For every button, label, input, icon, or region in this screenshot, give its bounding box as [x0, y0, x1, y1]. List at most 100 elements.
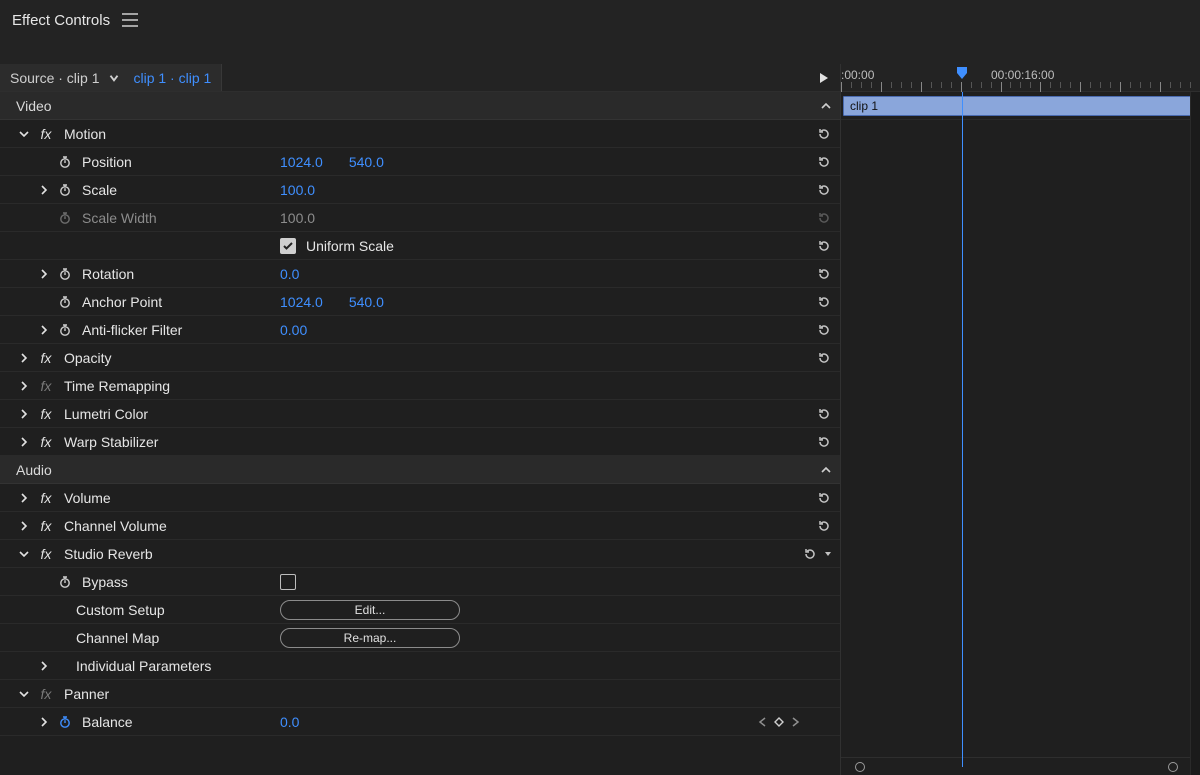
twist-lumetri[interactable] [16, 406, 32, 422]
reset-warp-icon[interactable] [816, 434, 832, 450]
effect-lumetri-label: Lumetri Color [64, 406, 148, 422]
timeline-body[interactable] [841, 120, 1200, 757]
panel-tab-bar: Effect Controls [0, 0, 1200, 40]
fx-icon[interactable]: fx [36, 126, 56, 142]
play-only-icon[interactable] [818, 72, 830, 84]
timeline-zoom-bar[interactable] [841, 757, 1200, 775]
properties-column: Source · clip 1 clip 1 · clip 1 Video [0, 64, 840, 775]
stopwatch-scale-icon[interactable] [56, 183, 74, 197]
reset-scale-icon[interactable] [816, 182, 832, 198]
section-audio[interactable]: Audio [0, 456, 840, 484]
fx-icon[interactable]: fx [36, 686, 56, 702]
clip-bar[interactable]: clip 1 [843, 96, 1198, 116]
zoom-handle-left[interactable] [855, 762, 865, 772]
effect-panner-label: Panner [64, 686, 109, 702]
param-rotation-label: Rotation [82, 266, 134, 282]
position-x-value[interactable]: 1024.0 [280, 154, 323, 170]
anchor-x-value[interactable]: 1024.0 [280, 294, 323, 310]
effect-channel-volume[interactable]: fx Channel Volume [0, 512, 840, 540]
add-keyframe-icon[interactable] [774, 717, 784, 727]
twist-opacity[interactable] [16, 350, 32, 366]
reset-lumetri-icon[interactable] [816, 406, 832, 422]
zoom-handle-right[interactable] [1168, 762, 1178, 772]
param-scale-width: Scale Width 100.0 [0, 204, 840, 232]
uniform-scale-checkbox[interactable] [280, 238, 296, 254]
stopwatch-balance-icon[interactable] [56, 715, 74, 729]
param-bypass-label: Bypass [82, 574, 128, 590]
twist-panner[interactable] [16, 686, 32, 702]
collapse-video-icon[interactable] [820, 100, 832, 112]
twist-time-remap[interactable] [16, 378, 32, 394]
timeline-ruler[interactable]: :00:00 00:00:16:00 [841, 64, 1200, 92]
playhead-icon[interactable] [955, 66, 969, 80]
reset-position-icon[interactable] [816, 154, 832, 170]
reset-chvol-icon[interactable] [816, 518, 832, 534]
effect-studio-reverb[interactable]: fx Studio Reverb [0, 540, 840, 568]
twist-scale[interactable] [36, 182, 52, 198]
section-video[interactable]: Video [0, 92, 840, 120]
balance-value[interactable]: 0.0 [280, 714, 299, 730]
param-bypass: Bypass [0, 568, 840, 596]
source-selector[interactable]: Source · clip 1 clip 1 · clip 1 [0, 64, 222, 91]
twist-chvol[interactable] [16, 518, 32, 534]
effect-opacity[interactable]: fx Opacity [0, 344, 840, 372]
reset-volume-icon[interactable] [816, 490, 832, 506]
param-anchor-label: Anchor Point [82, 294, 162, 310]
reset-rotation-icon[interactable] [816, 266, 832, 282]
stopwatch-position-icon[interactable] [56, 155, 74, 169]
reset-scale-width-icon [816, 210, 832, 226]
twist-balance[interactable] [36, 714, 52, 730]
rotation-value[interactable]: 0.0 [280, 266, 299, 282]
reset-anchor-icon[interactable] [816, 294, 832, 310]
keyframe-nav [758, 716, 800, 728]
reset-anti-flicker-icon[interactable] [816, 322, 832, 338]
playhead-line[interactable] [962, 92, 963, 767]
reset-motion-icon[interactable] [816, 126, 832, 142]
twist-indiv[interactable] [36, 658, 52, 674]
prev-keyframe-icon[interactable] [758, 716, 768, 728]
edit-button[interactable]: Edit... [280, 600, 460, 620]
param-scale: Scale 100.0 [0, 176, 840, 204]
collapse-audio-icon[interactable] [820, 464, 832, 476]
reset-reverb-icon[interactable] [802, 546, 818, 562]
effect-lumetri-color[interactable]: fx Lumetri Color [0, 400, 840, 428]
effect-motion[interactable]: fx Motion [0, 120, 840, 148]
fx-icon[interactable]: fx [36, 518, 56, 534]
fx-icon[interactable]: fx [36, 378, 56, 394]
scale-value[interactable]: 100.0 [280, 182, 315, 198]
effect-volume[interactable]: fx Volume [0, 484, 840, 512]
effect-warp-stabilizer[interactable]: fx Warp Stabilizer [0, 428, 840, 456]
reset-uniform-scale-icon[interactable] [816, 238, 832, 254]
panel-title[interactable]: Effect Controls [12, 12, 110, 29]
position-y-value[interactable]: 540.0 [349, 154, 384, 170]
twist-volume[interactable] [16, 490, 32, 506]
anchor-y-value[interactable]: 540.0 [349, 294, 384, 310]
twist-reverb[interactable] [16, 546, 32, 562]
effect-panner[interactable]: fx Panner [0, 680, 840, 708]
twist-anti-flicker[interactable] [36, 322, 52, 338]
twist-rotation[interactable] [36, 266, 52, 282]
twist-warp[interactable] [16, 434, 32, 450]
param-custom-setup-label: Custom Setup [76, 602, 165, 618]
reverb-menu-icon[interactable] [824, 550, 832, 558]
stopwatch-anchor-icon[interactable] [56, 295, 74, 309]
stopwatch-anti-flicker-icon[interactable] [56, 323, 74, 337]
fx-icon[interactable]: fx [36, 490, 56, 506]
param-individual-params[interactable]: Individual Parameters [0, 652, 840, 680]
reset-opacity-icon[interactable] [816, 350, 832, 366]
remap-button[interactable]: Re-map... [280, 628, 460, 648]
twist-motion[interactable] [16, 126, 32, 142]
vertical-scrollbar[interactable] [1190, 92, 1200, 775]
fx-icon[interactable]: fx [36, 406, 56, 422]
properties-tree: Video fx Motion [0, 92, 840, 775]
effect-time-remapping[interactable]: fx Time Remapping [0, 372, 840, 400]
stopwatch-rotation-icon[interactable] [56, 267, 74, 281]
stopwatch-bypass-icon[interactable] [56, 575, 74, 589]
panel-menu-icon[interactable] [122, 13, 138, 27]
bypass-checkbox[interactable] [280, 574, 296, 590]
anti-flicker-value[interactable]: 0.00 [280, 322, 307, 338]
next-keyframe-icon[interactable] [790, 716, 800, 728]
fx-icon[interactable]: fx [36, 434, 56, 450]
fx-icon[interactable]: fx [36, 546, 56, 562]
fx-icon[interactable]: fx [36, 350, 56, 366]
